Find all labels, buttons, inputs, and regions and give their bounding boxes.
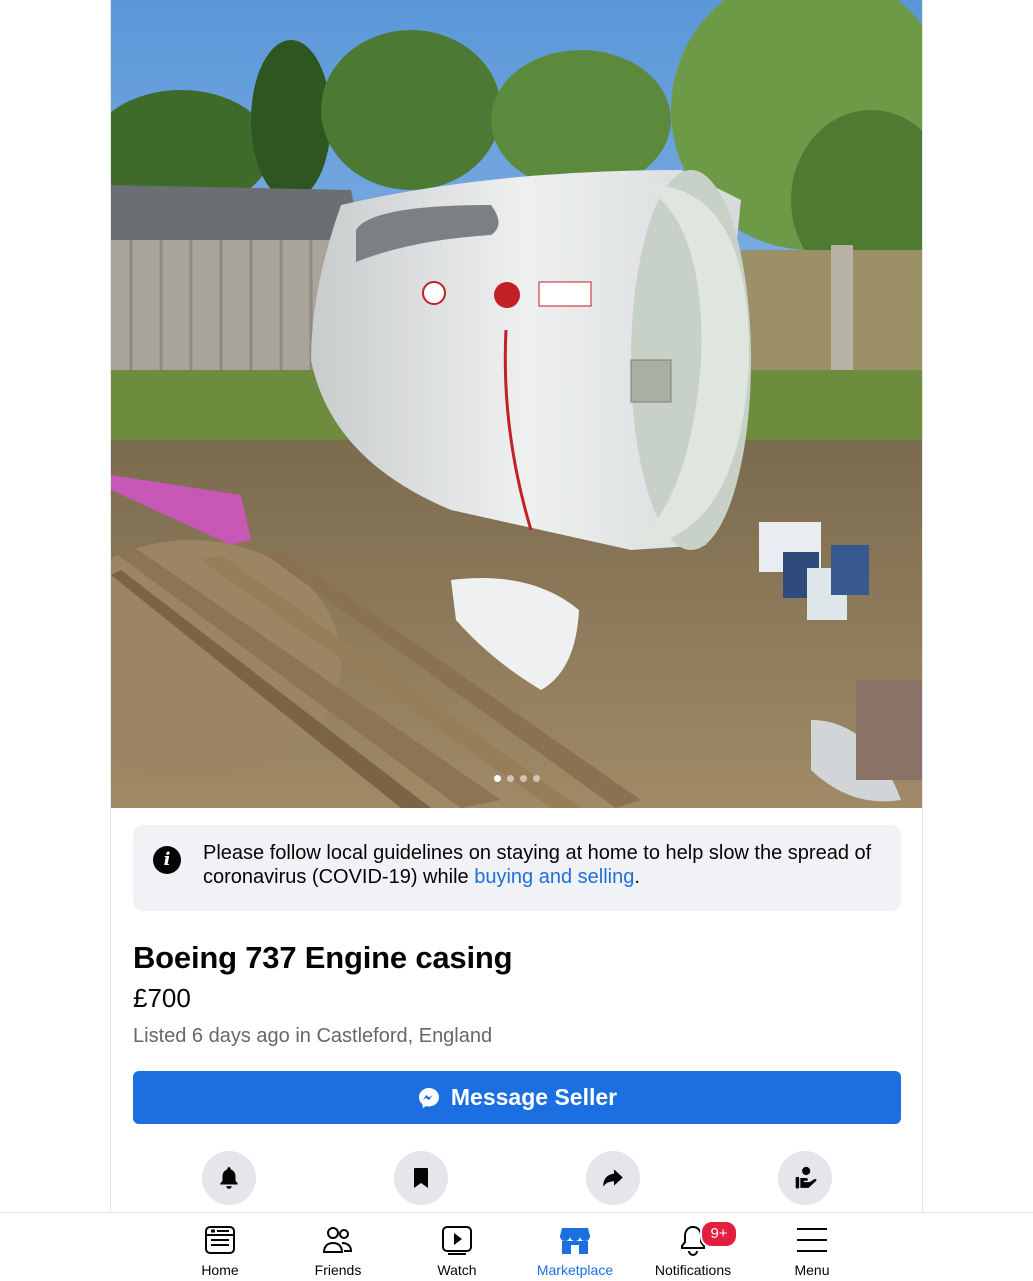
seller-profile-icon [795, 1166, 817, 1189]
message-seller-button[interactable]: Message Seller [133, 1071, 901, 1124]
messenger-icon [418, 1087, 439, 1108]
tab-menu[interactable]: Menu [757, 1223, 867, 1278]
listing-title: Boeing 737 Engine casing [133, 940, 513, 975]
listing-location: Listed 6 days ago in Castleford, England [133, 1025, 493, 1047]
tab-marketplace[interactable]: Marketplace [520, 1223, 630, 1278]
listing-actions [111, 1150, 922, 1206]
notification-badge: 9+ [700, 1220, 738, 1248]
pagination-dot[interactable] [519, 775, 527, 782]
share-button[interactable] [586, 1151, 640, 1205]
home-icon [205, 1226, 235, 1254]
tab-notifications[interactable]: 9+ Notifications [638, 1220, 748, 1278]
pagination-dot[interactable] [493, 775, 501, 782]
watch-icon [442, 1226, 472, 1255]
engine-casing-photo [111, 0, 922, 808]
tab-label: Menu [794, 1262, 830, 1278]
seller-profile-button[interactable] [778, 1151, 832, 1205]
bookmark-icon [414, 1168, 428, 1188]
covid-notice: i Please follow local guidelines on stay… [133, 825, 901, 911]
share-icon [603, 1169, 623, 1187]
listing-page: i Please follow local guidelines on stay… [110, 0, 923, 1212]
listing-photo[interactable] [111, 0, 922, 808]
notify-button[interactable] [202, 1151, 256, 1205]
bell-icon [220, 1167, 238, 1189]
tab-label: Home [201, 1262, 239, 1278]
bottom-tab-bar: Home Friends Watch Marketplace 9+ Notifi… [0, 1212, 1033, 1281]
pagination-dot[interactable] [532, 775, 540, 782]
tab-label: Friends [314, 1262, 362, 1278]
buying-and-selling-link[interactable]: buying and selling [474, 866, 634, 888]
notice-period: . [634, 866, 640, 888]
photo-pagination-dots[interactable] [111, 775, 922, 782]
save-button[interactable] [394, 1151, 448, 1205]
tab-label: Marketplace [536, 1262, 614, 1278]
marketplace-icon [560, 1228, 590, 1254]
menu-icon [797, 1228, 827, 1252]
tab-friends[interactable]: Friends [283, 1223, 393, 1278]
tab-home[interactable]: Home [165, 1223, 275, 1278]
tab-label: Notifications [654, 1262, 732, 1278]
friends-icon [322, 1227, 353, 1253]
info-icon: i [153, 846, 181, 874]
pagination-dot[interactable] [506, 775, 514, 782]
tab-label: Watch [437, 1262, 477, 1278]
tab-watch[interactable]: Watch [402, 1223, 512, 1278]
listing-price: £700 [133, 983, 191, 1013]
message-seller-label: Message Seller [450, 1084, 618, 1110]
